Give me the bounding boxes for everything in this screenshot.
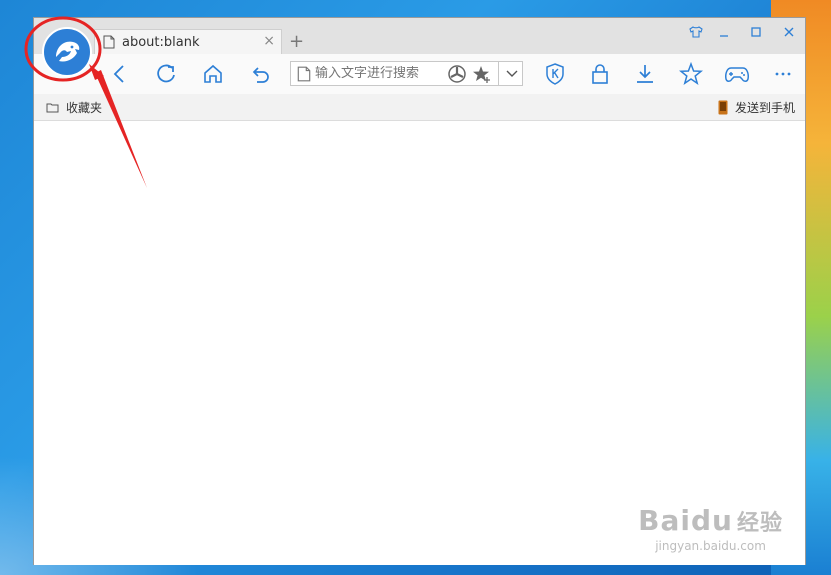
shield-button[interactable] — [541, 60, 569, 88]
tab-close-button[interactable]: × — [263, 33, 275, 49]
close-icon — [784, 27, 794, 37]
tab-title: about:blank — [122, 34, 200, 50]
game-button[interactable] — [723, 60, 751, 88]
browser-tab[interactable]: about:blank × — [94, 29, 282, 54]
close-window-button[interactable] — [773, 18, 805, 46]
watermark-brand-cn: 经验 — [736, 511, 783, 536]
address-dropdown-button[interactable] — [498, 61, 524, 86]
minimize-button[interactable] — [708, 18, 740, 46]
browser-window: about:blank × + 输入文字进行搜索 收藏夹 发送到手机 — [33, 17, 806, 565]
address-bar[interactable] — [290, 61, 523, 86]
bookmarks-bar: 收藏夹 发送到手机 — [34, 94, 805, 121]
favorites-button[interactable] — [677, 60, 705, 88]
shield-k-icon — [546, 63, 564, 85]
lock-button[interactable] — [586, 60, 614, 88]
maximize-button[interactable] — [740, 18, 772, 46]
home-icon — [204, 64, 222, 83]
favorites-folder[interactable]: 收藏夹 — [46, 99, 102, 116]
chevron-down-icon — [506, 70, 517, 77]
title-bar: about:blank × + — [34, 18, 805, 77]
back-button[interactable] — [106, 60, 134, 88]
skin-icon — [689, 26, 703, 38]
undo-icon — [252, 67, 269, 83]
page-content[interactable] — [34, 121, 805, 565]
minimize-icon — [720, 35, 728, 37]
speed-dial-icon — [448, 64, 466, 83]
home-button[interactable] — [199, 60, 227, 88]
undo-close-button[interactable] — [246, 60, 274, 88]
back-icon — [113, 65, 124, 83]
page-icon — [103, 35, 115, 49]
panther-logo-icon — [56, 41, 80, 62]
refresh-button[interactable] — [152, 60, 180, 88]
browser-logo[interactable] — [42, 27, 92, 77]
watermark-brand: Baidu — [638, 504, 733, 537]
gamepad-icon — [725, 67, 749, 82]
more-icon — [775, 72, 791, 76]
send-to-phone-label: 发送到手机 — [734, 101, 795, 115]
phone-icon — [718, 100, 728, 115]
page-icon — [297, 66, 311, 81]
more-button[interactable] — [769, 60, 797, 88]
folder-icon — [46, 103, 59, 113]
favorites-label: 收藏夹 — [66, 101, 103, 115]
maximize-icon — [751, 27, 761, 37]
favorite-add-icon — [473, 65, 490, 83]
download-button[interactable] — [631, 60, 659, 88]
address-input[interactable] — [311, 66, 445, 81]
lock-icon — [592, 64, 608, 84]
watermark: Baidu 经验 jingyan.baidu.com — [638, 504, 783, 553]
add-favorite-button[interactable] — [472, 64, 492, 84]
star-icon — [679, 62, 703, 85]
send-to-phone-button[interactable]: 发送到手机 — [718, 99, 795, 116]
refresh-icon — [157, 64, 175, 83]
new-tab-button[interactable]: + — [289, 31, 304, 52]
watermark-url: jingyan.baidu.com — [655, 539, 766, 553]
download-icon — [637, 65, 653, 83]
speed-dial-button[interactable] — [447, 64, 467, 84]
